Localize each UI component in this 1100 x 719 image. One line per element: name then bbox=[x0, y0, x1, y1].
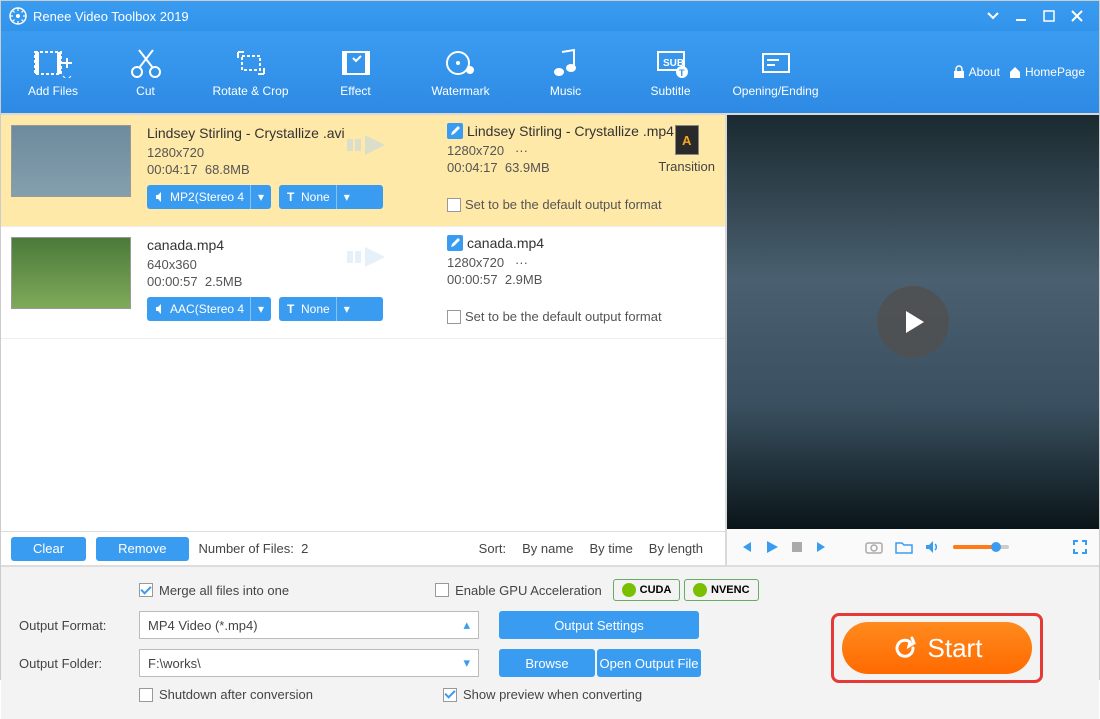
volume-slider[interactable] bbox=[953, 545, 1009, 549]
watermark-icon bbox=[444, 46, 478, 80]
opening-ending-icon bbox=[759, 46, 793, 80]
browse-button[interactable]: Browse bbox=[499, 649, 595, 677]
cuda-badge: CUDA bbox=[613, 579, 681, 601]
start-button[interactable]: Start bbox=[842, 622, 1032, 674]
subtitle-button[interactable]: SUBT Subtitle bbox=[618, 36, 723, 108]
edit-icon[interactable] bbox=[447, 235, 463, 251]
audio-chip[interactable]: MP2(Stereo 4▾ bbox=[147, 185, 271, 209]
open-folder-button[interactable] bbox=[895, 540, 913, 554]
output-format-select[interactable]: MP4 Video (*.mp4)▴ bbox=[139, 611, 479, 639]
file-list: Lindsey Stirling - Crystallize .avi 1280… bbox=[1, 115, 725, 565]
default-format-checkbox[interactable] bbox=[447, 310, 461, 324]
speaker-icon bbox=[155, 303, 167, 315]
start-highlight: Start bbox=[831, 613, 1043, 683]
prev-button[interactable] bbox=[739, 540, 753, 554]
arrow-icon bbox=[347, 133, 397, 157]
add-files-icon bbox=[31, 46, 75, 80]
arrow-icon bbox=[347, 245, 397, 269]
add-files-button[interactable]: Add Files bbox=[13, 36, 93, 108]
subtitle-chip[interactable]: T None▾ bbox=[279, 297, 383, 321]
fullscreen-button[interactable] bbox=[1073, 540, 1087, 554]
snapshot-button[interactable] bbox=[865, 540, 883, 554]
next-button[interactable] bbox=[815, 540, 829, 554]
play-button[interactable] bbox=[765, 540, 779, 554]
title-bar: Renee Video Toolbox 2019 bbox=[1, 1, 1099, 31]
subtitle-icon: SUBT bbox=[654, 46, 688, 80]
dropdown-menu-button[interactable] bbox=[979, 2, 1007, 30]
output-settings-button[interactable]: Output Settings bbox=[499, 611, 699, 639]
home-icon bbox=[1008, 65, 1022, 79]
app-logo-icon bbox=[9, 7, 27, 25]
sort-by-name[interactable]: By name bbox=[522, 541, 573, 556]
gpu-checkbox[interactable] bbox=[435, 583, 449, 597]
merge-checkbox[interactable] bbox=[139, 583, 153, 597]
input-thumbnail bbox=[11, 237, 131, 309]
effect-button[interactable]: Effect bbox=[303, 36, 408, 108]
preview-controls bbox=[727, 529, 1099, 565]
window-title: Renee Video Toolbox 2019 bbox=[33, 9, 189, 24]
cut-button[interactable]: Cut bbox=[93, 36, 198, 108]
bottom-panel: Merge all files into one Enable GPU Acce… bbox=[1, 565, 1099, 719]
minimize-button[interactable] bbox=[1007, 2, 1035, 30]
remove-button[interactable]: Remove bbox=[96, 537, 188, 561]
opening-ending-button[interactable]: Opening/Ending bbox=[723, 36, 828, 108]
effect-icon bbox=[339, 46, 373, 80]
file-row[interactable]: canada.mp4 640x360 00:00:57 2.5MB AAC(St… bbox=[1, 227, 725, 339]
clear-button[interactable]: Clear bbox=[11, 537, 86, 561]
rotate-crop-button[interactable]: Rotate & Crop bbox=[198, 36, 303, 108]
preview-panel bbox=[725, 115, 1099, 565]
stop-button[interactable] bbox=[791, 541, 803, 553]
sort-by-time[interactable]: By time bbox=[589, 541, 632, 556]
speaker-icon bbox=[155, 191, 167, 203]
about-link[interactable]: About bbox=[952, 65, 1000, 79]
rotate-crop-icon bbox=[234, 46, 268, 80]
transition-button[interactable]: ATransition bbox=[658, 125, 715, 174]
input-thumbnail bbox=[11, 125, 131, 197]
music-button[interactable]: Music bbox=[513, 36, 618, 108]
subtitle-chip[interactable]: T None▾ bbox=[279, 185, 383, 209]
output-folder-select[interactable]: F:\works\▾ bbox=[139, 649, 479, 677]
show-preview-checkbox[interactable] bbox=[443, 688, 457, 702]
shutdown-checkbox[interactable] bbox=[139, 688, 153, 702]
volume-button[interactable] bbox=[925, 540, 941, 554]
maximize-button[interactable] bbox=[1035, 2, 1063, 30]
edit-icon[interactable] bbox=[447, 123, 463, 139]
refresh-icon bbox=[892, 635, 918, 661]
default-format-checkbox[interactable] bbox=[447, 198, 461, 212]
main-toolbar: Add Files Cut Rotate & Crop Effect Water… bbox=[1, 31, 1099, 113]
open-output-file-button[interactable]: Open Output File bbox=[597, 649, 701, 677]
list-footer: Clear Remove Number of Files: 2 Sort: By… bbox=[1, 531, 725, 565]
music-icon bbox=[552, 46, 580, 80]
play-overlay-button[interactable] bbox=[877, 286, 949, 358]
file-row[interactable]: Lindsey Stirling - Crystallize .avi 1280… bbox=[1, 115, 725, 227]
cut-icon bbox=[129, 46, 163, 80]
sort-by-length[interactable]: By length bbox=[649, 541, 703, 556]
lock-icon bbox=[952, 65, 966, 79]
nvenc-badge: NVENC bbox=[684, 579, 759, 601]
close-button[interactable] bbox=[1063, 2, 1091, 30]
audio-chip[interactable]: AAC(Stereo 4▾ bbox=[147, 297, 271, 321]
homepage-link[interactable]: HomePage bbox=[1008, 65, 1085, 79]
svg-text:T: T bbox=[679, 68, 685, 78]
watermark-button[interactable]: Watermark bbox=[408, 36, 513, 108]
video-preview[interactable] bbox=[727, 115, 1099, 529]
